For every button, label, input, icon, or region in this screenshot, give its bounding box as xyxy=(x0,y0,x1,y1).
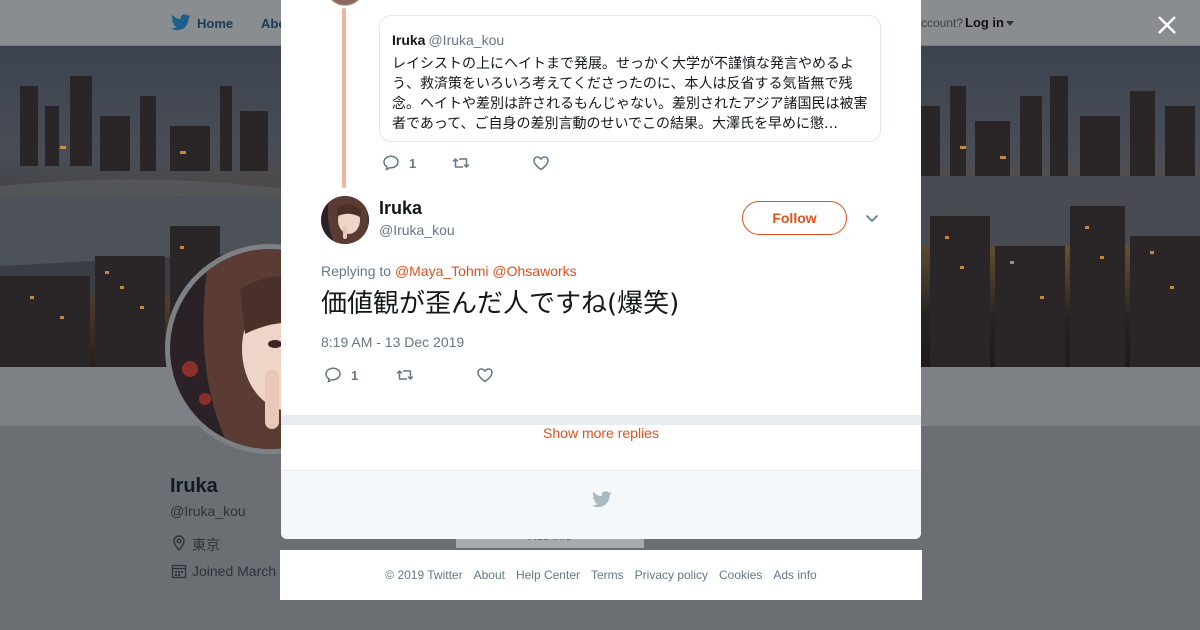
profile-location: 東京 xyxy=(192,538,220,554)
tweet-author-handle[interactable]: @Iruka_kou xyxy=(379,222,455,238)
quoted-tweet-actions: 1 xyxy=(382,154,550,172)
replying-to-line: Replying to @Maya_Tohmi @Ohsaworks xyxy=(321,263,577,279)
heart-icon xyxy=(477,368,493,383)
tweet-text: 価値観が歪んだ人ですね(爆笑) xyxy=(321,289,680,319)
twitter-bird-icon[interactable] xyxy=(171,14,191,31)
tweet-modal: Iruka @Iruka_kou レイシストの上にヘイトまで発展。せっかく大学が不… xyxy=(281,0,921,539)
heart-icon xyxy=(533,156,549,171)
site-footer: © 2019 Twitter About Help Center Terms P… xyxy=(280,550,922,600)
footer-link-privacy[interactable]: Privacy policy xyxy=(635,568,708,582)
tweet-timestamp[interactable]: 8:19 AM - 13 Dec 2019 xyxy=(321,334,464,350)
author-portrait-image xyxy=(321,196,369,244)
footer-copyright: © 2019 Twitter xyxy=(385,568,463,582)
login-menu[interactable]: Log in xyxy=(965,15,1014,30)
like-button[interactable] xyxy=(476,366,494,384)
tweet-author-name[interactable]: Iruka xyxy=(379,198,422,219)
mention-link[interactable]: @Maya_Tohmi xyxy=(395,263,489,279)
reply-button[interactable]: 1 xyxy=(324,366,358,384)
tweet-author-avatar[interactable] xyxy=(321,196,369,244)
chevron-down-icon[interactable] xyxy=(865,211,879,225)
quoted-tweet-author-handle: @Iruka_kou xyxy=(428,32,505,48)
profile-handle: @Iruka_kou xyxy=(170,503,246,519)
mention-link[interactable]: @Ohsaworks xyxy=(492,263,576,279)
reply-count: 1 xyxy=(409,155,417,171)
retweet-icon xyxy=(396,370,414,380)
calendar-icon xyxy=(171,564,187,579)
retweet-button[interactable] xyxy=(452,154,470,172)
footer-link-terms[interactable]: Terms xyxy=(591,568,624,582)
replying-to-label: Replying to xyxy=(321,263,392,279)
tweet-actions: 1 xyxy=(324,366,494,384)
modal-footer xyxy=(281,471,921,539)
location-pin-icon xyxy=(173,535,185,551)
profile-joined: Joined March xyxy=(192,563,277,579)
footer-link-cookies[interactable]: Cookies xyxy=(719,568,762,582)
footer-link-help-center[interactable]: Help Center xyxy=(516,568,580,582)
quoted-tweet-author-name: Iruka xyxy=(392,32,426,48)
reply-icon xyxy=(383,155,399,171)
like-button[interactable] xyxy=(532,154,550,172)
quoted-tweet-card[interactable]: Iruka @Iruka_kou レイシストの上にヘイトまで発展。せっかく大学が不… xyxy=(379,15,881,142)
caret-down-icon xyxy=(1006,21,1014,27)
section-separator xyxy=(281,415,921,425)
footer-link-about[interactable]: About xyxy=(474,568,505,582)
retweet-icon xyxy=(452,158,470,168)
reply-count: 1 xyxy=(351,367,359,383)
close-icon[interactable] xyxy=(1154,12,1180,38)
parent-tweet-avatar[interactable] xyxy=(325,0,365,6)
quoted-tweet-text: レイシストの上にヘイトまで発展。せっかく大学が不謹慎な発言やめるよう、救済策をい… xyxy=(392,56,868,132)
reply-icon xyxy=(325,367,341,383)
twitter-bird-icon xyxy=(592,491,612,508)
account-prompt: ccount? xyxy=(921,16,964,30)
login-label: Log in xyxy=(965,15,1004,30)
footer-link-ads-info[interactable]: Ads info xyxy=(773,568,816,582)
reply-button[interactable]: 1 xyxy=(382,154,416,172)
show-more-replies-button[interactable]: Show more replies xyxy=(281,425,921,471)
conversation-thread-line xyxy=(342,8,346,188)
profile-name: Iruka xyxy=(170,475,218,497)
follow-button[interactable]: Follow xyxy=(742,201,847,235)
nav-home-link[interactable]: Home xyxy=(197,16,233,31)
retweet-button[interactable] xyxy=(396,366,414,384)
